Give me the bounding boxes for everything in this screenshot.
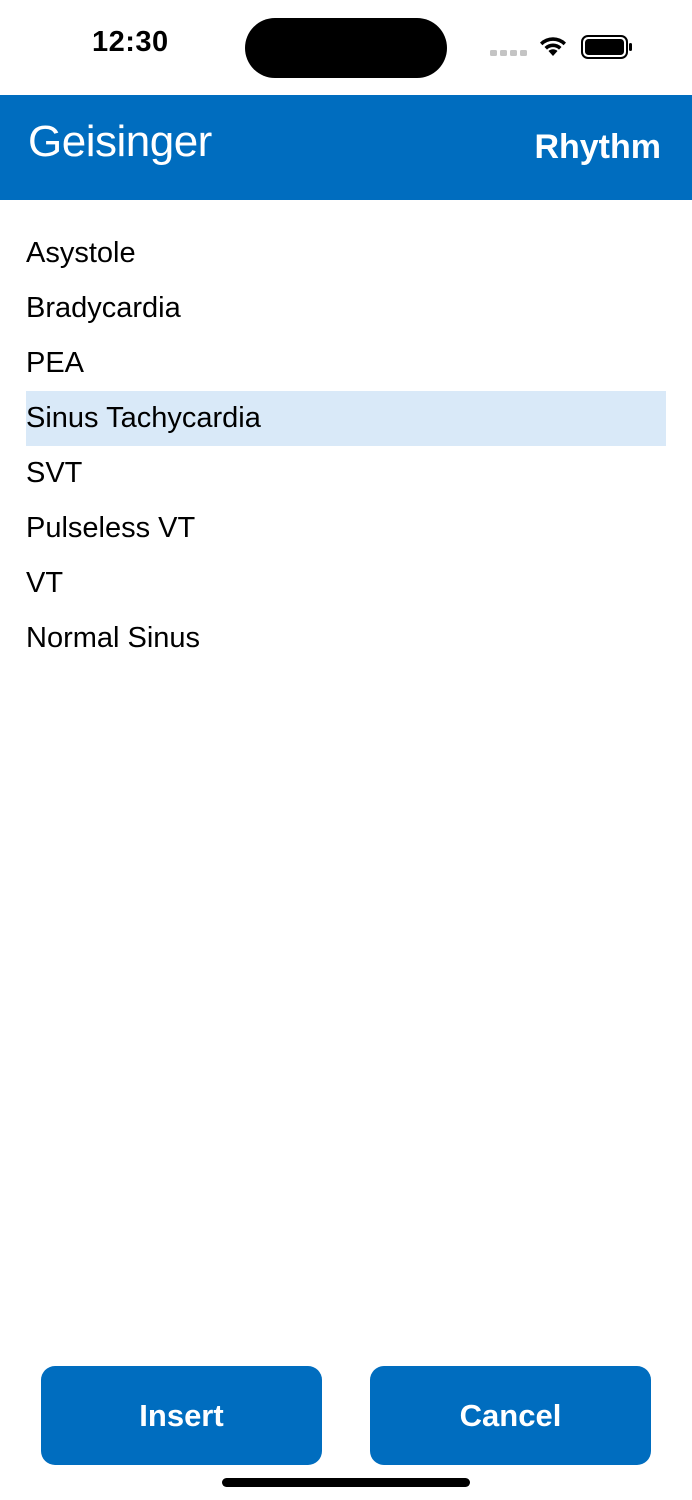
rhythm-option-bradycardia[interactable]: Bradycardia xyxy=(26,281,666,336)
wifi-icon xyxy=(540,37,566,56)
home-indicator[interactable] xyxy=(222,1478,470,1487)
rhythm-option-svt[interactable]: SVT xyxy=(26,446,666,501)
status-bar: 12:30 xyxy=(0,0,692,95)
rhythm-option-normal-sinus[interactable]: Normal Sinus xyxy=(26,611,666,666)
rhythm-option-pea[interactable]: PEA xyxy=(26,336,666,391)
rhythm-option-pulseless-vt[interactable]: Pulseless VT xyxy=(26,501,666,556)
cellular-signal-icon xyxy=(490,50,527,56)
app-header: Geisinger Rhythm xyxy=(0,95,692,200)
dynamic-island xyxy=(245,18,447,78)
status-time: 12:30 xyxy=(92,26,169,58)
rhythm-option-sinus-tachycardia[interactable]: Sinus Tachycardia xyxy=(26,391,666,446)
cancel-button[interactable]: Cancel xyxy=(370,1366,651,1465)
rhythm-option-vt[interactable]: VT xyxy=(26,556,666,611)
insert-button[interactable]: Insert xyxy=(41,1366,322,1465)
page-title: Rhythm xyxy=(534,128,661,166)
rhythm-option-asystole[interactable]: Asystole xyxy=(26,226,666,281)
geisinger-logo: Geisinger xyxy=(28,117,212,166)
battery-icon xyxy=(581,35,632,59)
rhythm-list: Asystole Bradycardia PEA Sinus Tachycard… xyxy=(26,226,666,666)
